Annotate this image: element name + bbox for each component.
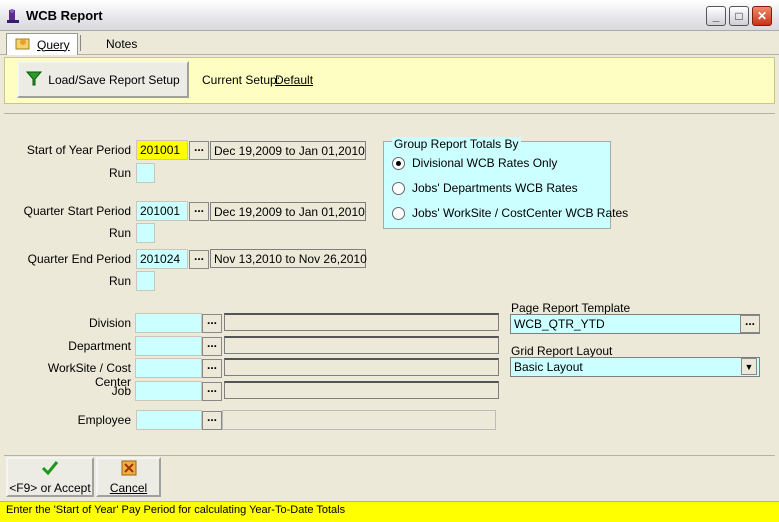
quarter-start-run-input[interactable] [136,223,155,243]
employee-lookup-button[interactable]: ... [202,411,222,430]
worksite-input[interactable] [135,358,202,378]
department-input[interactable] [135,336,202,356]
cancel-label: Cancel [109,480,148,495]
template-input[interactable]: WCB_QTR_YTD [510,314,760,334]
load-save-label: Load/Save Report Setup [48,72,180,87]
job-lookup-button[interactable]: ... [202,382,222,401]
radio-departments[interactable] [392,181,405,195]
report-toolbar: Load/Save Report Setup Current Setup: De… [4,57,775,104]
department-description [224,336,499,354]
start-of-year-label: Start of Year Period [26,143,131,157]
accept-label: <F9> or Accept [9,480,91,495]
grid-layout-label: Grid Report Layout [511,344,613,358]
employee-label: Employee [77,413,131,427]
start-of-year-run-input[interactable] [136,163,155,183]
quarter-start-label: Quarter Start Period [23,204,131,218]
load-save-setup-button[interactable]: Load/Save Report Setup [17,61,189,98]
quarter-start-range: Dec 19,2009 to Jan 01,2010 [210,202,366,221]
division-input[interactable] [135,313,202,333]
current-setup-label: Current Setup: [202,73,281,87]
status-bar: Enter the 'Start of Year' Pay Period for… [0,501,779,522]
department-lookup-button[interactable]: ... [202,337,222,356]
close-icon: ✕ [756,9,768,23]
template-label: Page Report Template [511,301,631,315]
group-option-departments-label: Jobs' Departments WCB Rates [412,181,578,195]
tab-query-label: Query [37,37,70,52]
cancel-button[interactable]: Cancel [96,457,161,497]
start-of-year-run-label: Run [108,166,131,180]
quarter-end-run-label: Run [108,274,131,288]
grid-layout-value: Basic Layout [514,360,583,374]
minimize-icon: _ [712,9,720,23]
employee-description [222,410,496,430]
title-bar: WCB Report _ □ ✕ [0,0,779,31]
department-label: Department [68,339,131,353]
minimize-button[interactable]: _ [706,6,726,26]
job-label: Job [111,384,131,398]
quarter-start-lookup-button[interactable]: ... [189,202,209,221]
current-setup-link[interactable]: Default [275,73,313,87]
checkmark-icon [41,460,59,479]
tab-query[interactable]: Query [6,33,78,55]
group-totals-title: Group Report Totals By [392,137,521,151]
grid-layout-dropdown-button[interactable]: ▼ [741,358,757,375]
chevron-down-icon: ▼ [744,361,754,372]
worksite-description [224,358,499,376]
quarter-start-input[interactable]: 201001 [136,201,188,221]
query-icon [15,36,31,53]
group-option-worksite[interactable]: Jobs' WorkSite / CostCenter WCB Rates [392,206,628,220]
app-icon [6,8,20,24]
funnel-icon [26,70,43,89]
start-of-year-lookup-button[interactable]: ... [189,141,209,160]
close-button[interactable]: ✕ [752,6,772,26]
group-option-departments[interactable]: Jobs' Departments WCB Rates [392,181,578,195]
template-lookup-button[interactable]: ... [740,315,760,333]
job-input[interactable] [135,381,202,401]
cancel-icon [121,460,137,479]
accept-button[interactable]: <F9> or Accept [6,457,94,497]
radio-divisional[interactable] [392,156,405,170]
group-option-worksite-label: Jobs' WorkSite / CostCenter WCB Rates [412,206,629,220]
job-description [224,381,499,399]
employee-input[interactable] [136,410,202,430]
division-description [224,313,499,331]
tab-separator [80,35,81,51]
maximize-icon: □ [735,9,743,23]
window-title: WCB Report [26,8,103,23]
worksite-lookup-button[interactable]: ... [202,359,222,378]
quarter-end-run-input[interactable] [136,271,155,291]
template-value: WCB_QTR_YTD [514,317,605,331]
quarter-end-input[interactable]: 201024 [136,249,188,269]
quarter-end-lookup-button[interactable]: ... [189,250,209,269]
group-option-divisional[interactable]: Divisional WCB Rates Only [392,156,557,170]
quarter-end-range: Nov 13,2010 to Nov 26,2010 [210,249,367,268]
grid-layout-select[interactable]: Basic Layout [510,357,760,377]
division-label: Division [88,316,131,330]
start-of-year-range: Dec 19,2009 to Jan 01,2010 [210,141,366,160]
radio-worksite[interactable] [392,206,405,220]
tab-notes[interactable]: Notes [98,33,145,55]
quarter-end-label: Quarter End Period [27,252,131,266]
tab-strip: Query Notes [0,31,779,55]
start-of-year-input[interactable]: 201001 [136,140,188,160]
division-lookup-button[interactable]: ... [202,314,222,333]
quarter-start-run-label: Run [108,226,131,240]
tab-notes-label: Notes [106,37,138,51]
group-option-divisional-label: Divisional WCB Rates Only [412,156,558,170]
maximize-button[interactable]: □ [729,6,749,26]
